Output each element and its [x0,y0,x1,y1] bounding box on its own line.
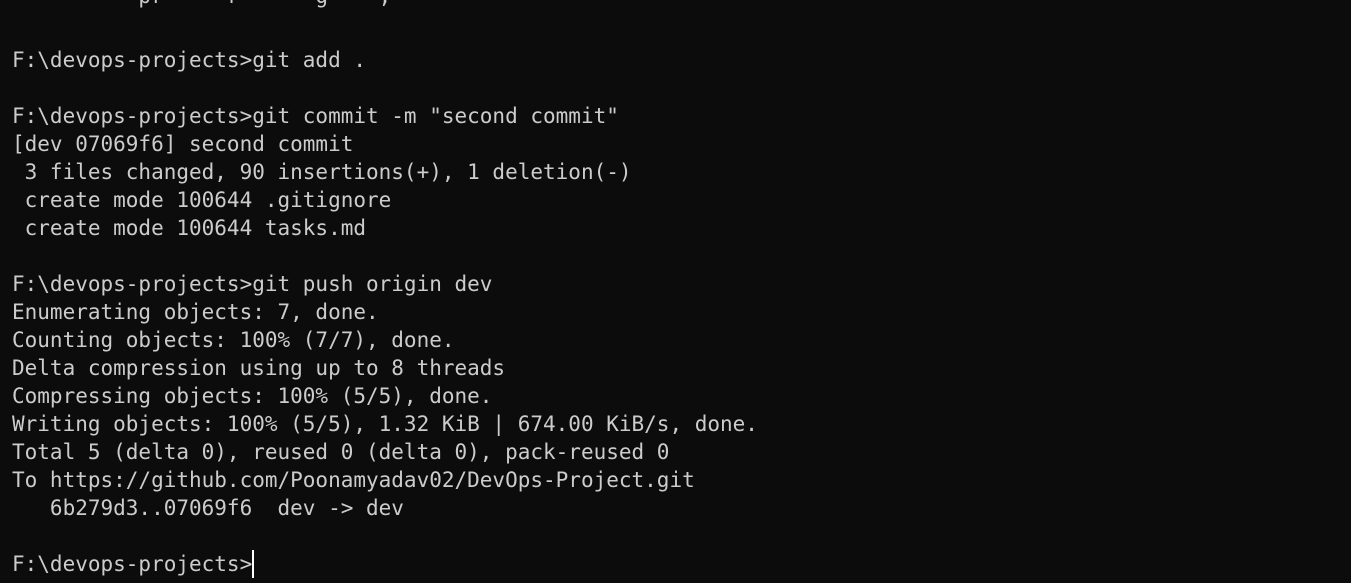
terminal-line: Compressing objects: 100% (5/5), done. [12,384,493,408]
terminal-line: Enumerating objects: 7, done. [12,300,379,324]
terminal-line: Total 5 (delta 0), reused 0 (delta 0), p… [12,440,670,464]
command-prompt-line[interactable]: F:\devops-projects> [12,550,758,578]
command-prompt: F:\devops-projects> [12,552,253,576]
terminal-line: Delta compression using up to 8 threads [12,356,506,380]
terminal-line: 3 files changed, 90 insertions(+), 1 del… [12,160,632,184]
terminal-line: F:\devops-projects>git commit -m "second… [12,104,619,128]
terminal-line: Counting objects: 100% (7/7), done. [12,328,455,352]
text-cursor [252,550,255,578]
terminal-output[interactable]: pr r g , F:\devops-projects>git add . F:… [12,0,1351,583]
terminal-line: create mode 100644 .gitignore [12,188,392,212]
terminal-line: [dev 07069f6] second commit [12,132,354,156]
terminal-line: 6b279d3..07069f6 dev -> dev [12,496,404,520]
terminal-line: F:\devops-projects>git add . [12,48,367,72]
terminal-line: Writing objects: 100% (5/5), 1.32 KiB | … [12,412,758,436]
clipped-output-line: pr r g , [12,0,391,10]
terminal-line: To https://github.com/Poonamyadav02/DevO… [12,468,695,492]
terminal-line: F:\devops-projects>git push origin dev [12,272,493,296]
terminal-line: create mode 100644 tasks.md [12,216,367,240]
